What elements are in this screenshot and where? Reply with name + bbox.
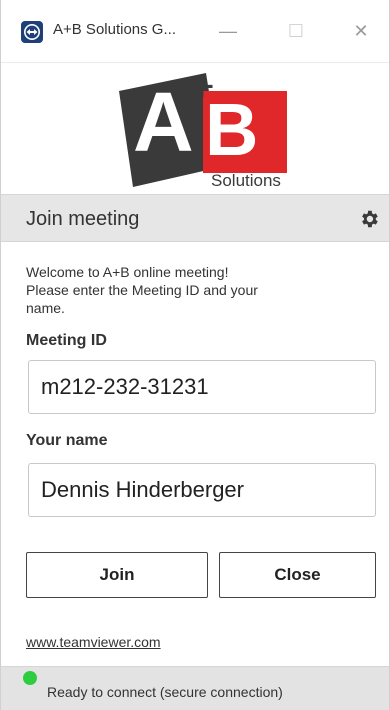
ab-solutions-logo: A B + Solutions [119,69,287,190]
logo-letter-a: A [133,75,194,169]
app-window: A+B Solutions G... — ☐ ✕ A B + Solutions… [0,0,390,710]
section-title: Join meeting [26,208,140,230]
gear-icon[interactable] [351,201,387,237]
welcome-line-2: Please enter the Meeting ID and your [26,282,258,298]
maximize-button[interactable]: ☐ [276,14,316,48]
welcome-line-1: Welcome to A+B online meeting! [26,264,229,280]
title-bar[interactable]: A+B Solutions G... — ☐ ✕ [1,0,389,62]
join-button[interactable]: Join [26,552,208,598]
status-text: Ready to connect (secure connection) [47,684,283,700]
teamviewer-app-icon [21,21,43,43]
window-title: A+B Solutions G... [53,21,176,38]
status-bar: Ready to connect (secure connection) [1,666,389,710]
logo-area: A B + Solutions [1,62,389,194]
minimize-button[interactable]: — [208,14,248,48]
status-indicator-icon [23,671,37,685]
welcome-text: Welcome to A+B online meeting! Please en… [26,263,346,317]
your-name-input[interactable] [28,463,376,517]
meeting-id-input[interactable] [28,360,376,414]
close-button[interactable]: Close [219,552,376,598]
teamviewer-link[interactable]: www.teamviewer.com [26,634,161,650]
logo-tagline: Solutions [211,171,281,190]
logo-plus: + [189,69,215,111]
your-name-label: Your name [26,432,108,449]
welcome-line-3: name. [26,300,65,316]
join-meeting-header: Join meeting [1,194,389,242]
meeting-id-label: Meeting ID [26,332,107,349]
close-window-button[interactable]: ✕ [341,14,381,48]
